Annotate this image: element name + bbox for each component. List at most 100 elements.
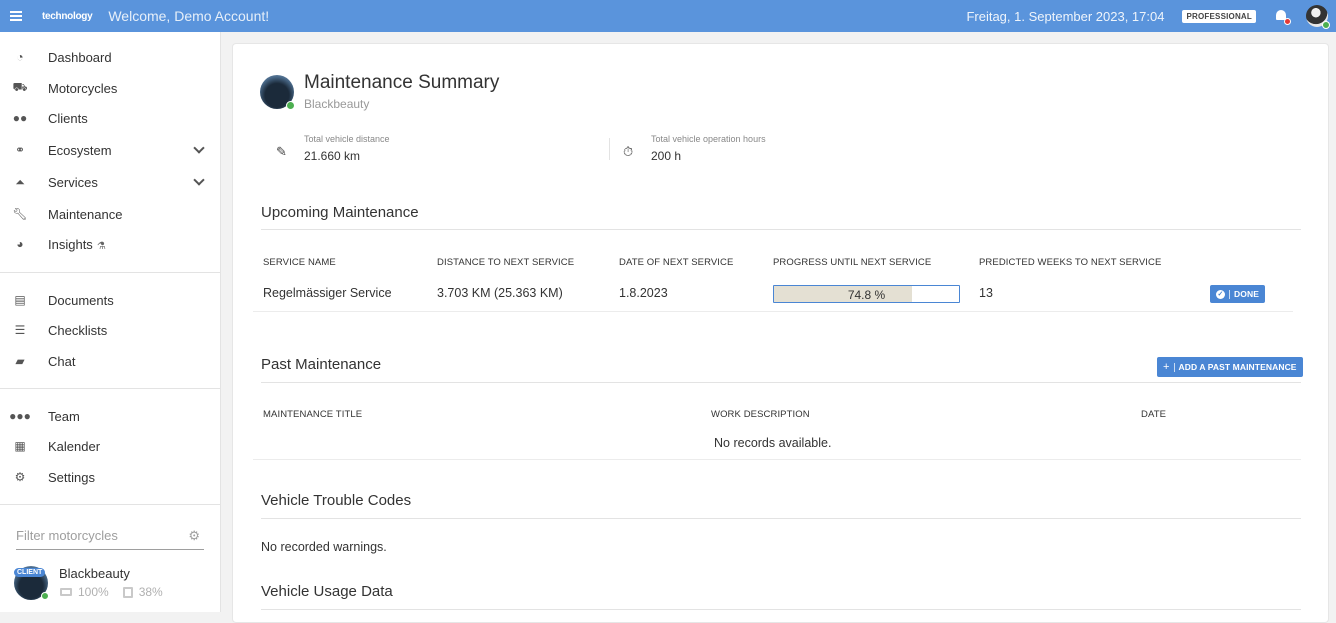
sidebar-item-chat[interactable]: ▰ Chat [0, 349, 220, 373]
flask-icon: ⚗ [96, 240, 106, 252]
chevron-down-icon[interactable] [193, 142, 205, 154]
stat-value: 200 h [651, 149, 682, 163]
sidebar-item-label: Checklists [48, 322, 108, 338]
sidebar-item-services[interactable]: ⏶ Services [0, 170, 220, 194]
sidebar-item-team[interactable]: ●●● Team [0, 404, 220, 428]
battery-level: 100% [78, 585, 109, 599]
service-progress-bar: 74.8 % [773, 285, 960, 303]
menu-icon[interactable] [10, 11, 22, 21]
filter-motorcycles-input[interactable] [16, 524, 176, 546]
fuel-pump-icon [122, 586, 133, 598]
column-header: PREDICTED WEEKS TO NEXT SERVICE [979, 257, 1162, 268]
sidebar-item-label: Dashboard [48, 49, 112, 65]
sidebar-item-insights[interactable]: ◕ Insights ⚗ [0, 232, 220, 256]
users-icon: ●● [12, 111, 28, 125]
client-badge: CLIENT [14, 568, 46, 577]
online-status-icon [41, 592, 49, 600]
online-status-icon [286, 101, 295, 110]
vehicle-name: Blackbeauty [304, 97, 370, 111]
column-header: DATE OF NEXT SERVICE [619, 257, 734, 268]
add-past-maintenance-label: ADD A PAST MAINTENANCE [1178, 362, 1297, 372]
plan-badge: PROFESSIONAL [1182, 9, 1256, 23]
column-header: PROGRESS UNTIL NEXT SERVICE [773, 257, 932, 268]
sidebar-item-label: Maintenance [48, 206, 123, 222]
sidebar-item-maintenance[interactable]: 🔧︎ Maintenance [0, 202, 220, 226]
welcome-message: Welcome, Demo Account! [108, 8, 270, 24]
sidebar-item-label: Team [48, 408, 80, 424]
sidebar-item-label: Documents [48, 292, 114, 308]
predicted-weeks: 13 [979, 286, 993, 300]
handshake-icon: ⚭ [14, 143, 26, 157]
stopwatch-icon: ⏱ [623, 144, 634, 159]
sidebar-item-label: Kalender [48, 438, 101, 454]
no-records-message: No records available. [714, 436, 832, 450]
user-avatar[interactable] [1306, 5, 1330, 29]
sidebar-item-label: Settings [48, 469, 95, 485]
sidebar-item-clients[interactable]: ●● Clients [0, 106, 220, 130]
checklist-icon: ☰ [14, 323, 26, 337]
done-button[interactable]: ✓ DONE [1210, 285, 1265, 303]
section-divider [261, 382, 1301, 383]
vehicle-trouble-codes-title: Vehicle Trouble Codes [261, 492, 412, 509]
chat-icon: ▰ [15, 354, 25, 368]
sidebar-item-settings[interactable]: ⚙ Settings [0, 465, 220, 489]
main-content-card: Maintenance Summary Blackbeauty ✎ Total … [232, 43, 1329, 623]
column-header: DATE [1141, 409, 1167, 420]
section-divider [261, 229, 1301, 230]
online-status-icon [1322, 21, 1330, 29]
sidebar-item-kalender[interactable]: ▦ Kalender [0, 434, 220, 458]
sidebar-item-label: Insights [48, 236, 93, 252]
gear-icon: ⚙ [14, 470, 26, 484]
past-maintenance-title: Past Maintenance [261, 356, 382, 373]
stat-label: Total vehicle distance [304, 134, 390, 144]
row-divider [253, 459, 1301, 460]
column-header: DISTANCE TO NEXT SERVICE [437, 257, 575, 268]
notification-bell-icon[interactable] [1274, 9, 1291, 25]
sidebar-item-label: Chat [48, 353, 76, 369]
upcoming-maintenance-title: Upcoming Maintenance [261, 204, 419, 221]
sidebar-item-motorcycles[interactable]: ⛟ Motorcycles [0, 76, 220, 100]
filter-settings-gear-icon[interactable]: ⚙ [188, 528, 200, 544]
stat-label: Total vehicle operation hours [651, 134, 766, 144]
sidebar-divider [0, 272, 220, 273]
sidebar-item-label: Ecosystem [48, 142, 112, 158]
plus-icon: + [1163, 361, 1170, 373]
top-bar: technology Welcome, Demo Account! Freita… [0, 0, 1336, 32]
distance-to-next-service: 3.703 KM (25.363 KM) [437, 286, 563, 300]
sidebar: ◔ Dashboard ⛟ Motorcycles ●● Clients ⚭ E… [0, 32, 221, 612]
notification-dot [1284, 18, 1291, 25]
battery-icon [60, 588, 72, 596]
app-logo[interactable]: technology [42, 11, 93, 22]
column-header: WORK DESCRIPTION [711, 409, 810, 420]
column-header: SERVICE NAME [263, 257, 336, 268]
service-bell-icon: ⏶ [15, 174, 25, 189]
sidebar-item-ecosystem[interactable]: ⚭ Ecosystem [0, 138, 220, 162]
column-header: MAINTENANCE TITLE [263, 409, 363, 420]
section-divider [261, 609, 1301, 610]
document-icon: ▤ [14, 293, 26, 307]
vehicle-usage-data-title: Vehicle Usage Data [261, 583, 393, 600]
row-divider [253, 311, 1293, 312]
speedometer-icon: ◔ [16, 50, 24, 64]
fuel-level: 38% [138, 585, 163, 599]
sidebar-item-dashboard[interactable]: ◔ Dashboard [0, 45, 220, 69]
page-title: Maintenance Summary [304, 72, 500, 93]
motorcycle-list-item[interactable]: CLIENT Blackbeauty 100% 38% [14, 564, 214, 600]
stat-value: 21.660 km [304, 149, 361, 163]
sidebar-item-documents[interactable]: ▤ Documents [0, 288, 220, 312]
check-circle-icon: ✓ [1216, 289, 1225, 299]
sidebar-divider [0, 388, 220, 389]
sidebar-item-label: Motorcycles [48, 80, 118, 96]
progress-text: 74.8 % [847, 288, 886, 302]
chevron-down-icon[interactable] [193, 174, 205, 186]
ruler-icon: ✎ [276, 144, 287, 159]
section-divider [261, 518, 1301, 519]
sidebar-divider [0, 504, 220, 505]
sidebar-item-label: Services [48, 174, 98, 190]
calendar-icon: ▦ [14, 439, 26, 453]
add-past-maintenance-button[interactable]: + ADD A PAST MAINTENANCE [1157, 357, 1303, 377]
current-datetime: Freitag, 1. September 2023, 17:04 [966, 8, 1165, 24]
motorcycle-name: Blackbeauty [59, 566, 130, 581]
sidebar-item-checklists[interactable]: ☰ Checklists [0, 318, 220, 342]
motorcycle-stats: 100% 38% [60, 585, 163, 599]
